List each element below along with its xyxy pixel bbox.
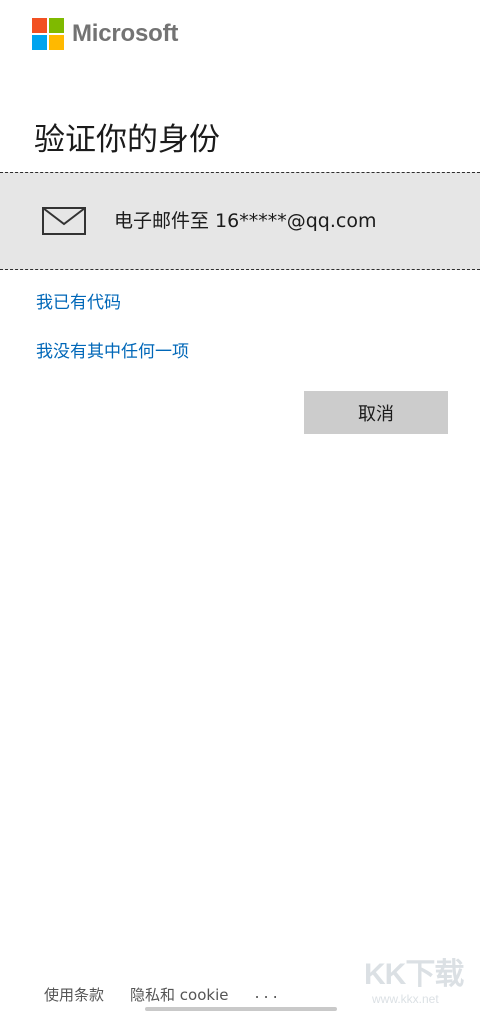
- microsoft-logo-icon: [32, 18, 64, 50]
- email-option-label: 电子邮件至 16*****@qq.com: [114, 210, 377, 232]
- mail-icon: [42, 207, 86, 235]
- home-indicator[interactable]: [145, 1007, 337, 1011]
- none-of-these-link[interactable]: 我没有其中任何一项: [36, 341, 189, 363]
- terms-of-use-link[interactable]: 使用条款: [44, 985, 104, 1005]
- cancel-button[interactable]: 取消: [304, 391, 448, 434]
- watermark-url: www.kkx.net: [372, 992, 439, 1006]
- brand-name: Microsoft: [72, 20, 179, 47]
- footer: 使用条款 隐私和 cookie ...: [44, 983, 282, 1005]
- privacy-cookies-link[interactable]: 隐私和 cookie: [130, 985, 228, 1005]
- email-verification-option[interactable]: 电子邮件至 16*****@qq.com: [0, 172, 480, 270]
- logo-square-green: [49, 18, 64, 33]
- page-title: 验证你的身份: [34, 122, 220, 158]
- watermark-logo-text: KK下载: [364, 958, 464, 991]
- microsoft-logo: Microsoft: [32, 18, 178, 50]
- logo-square-yellow: [49, 35, 64, 50]
- logo-square-blue: [32, 35, 47, 50]
- watermark: KK下载 www.kkx.net: [364, 958, 476, 1010]
- logo-square-red: [32, 18, 47, 33]
- have-code-link[interactable]: 我已有代码: [36, 292, 121, 314]
- more-options-button[interactable]: ...: [254, 983, 281, 1003]
